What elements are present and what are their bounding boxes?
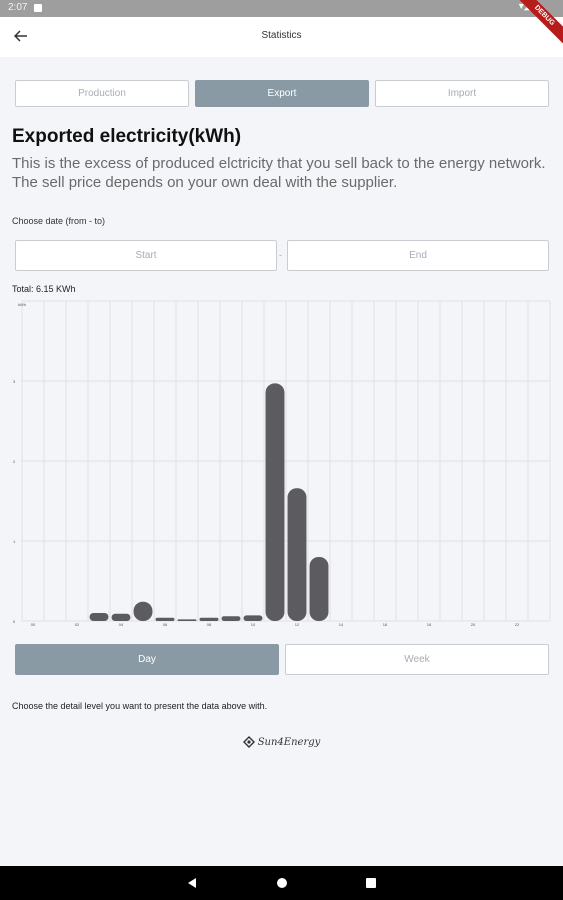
chart-xtick-label: 02 [75, 622, 80, 627]
start-date-field[interactable]: Start [15, 240, 277, 271]
chart-xtick-label: 20 [471, 622, 476, 627]
app-bar: Statistics [0, 17, 563, 57]
category-tabs: Production Export Import [15, 80, 549, 107]
chart-xtick-label: 22 [515, 622, 520, 627]
date-range-label: Choose date (from - to) [12, 216, 106, 226]
chart-bar [111, 613, 131, 621]
date-separator: - [279, 250, 282, 260]
page-title: Statistics [261, 30, 302, 41]
chart-yaxis-unit: kWh [18, 302, 26, 307]
chart-bar [221, 616, 241, 621]
chart-bar [155, 617, 175, 621]
chart-ytick-label: 3 [13, 379, 16, 384]
detail-level-note: Choose the detail level you want to pres… [12, 701, 268, 711]
chart-xtick-label: 12 [295, 622, 300, 627]
brand-name: Sun4Energy [257, 736, 321, 748]
section-description: This is the excess of produced elctricit… [12, 155, 546, 191]
status-bar: 2:07 ▾◢▮ [0, 0, 563, 17]
week-button[interactable]: Week [285, 644, 549, 675]
nav-back-icon[interactable] [187, 878, 197, 888]
tab-export[interactable]: Export [195, 80, 369, 107]
chart-xtick-label: 08 [207, 622, 212, 627]
chart-bar [243, 615, 263, 621]
chart-bar [89, 613, 109, 621]
chart-xtick-label: 18 [427, 622, 432, 627]
chart-xtick-label: 14 [339, 622, 344, 627]
chart-bar [287, 488, 307, 621]
nav-recents-icon[interactable] [366, 878, 376, 888]
sun-logo-icon [242, 736, 255, 748]
day-button[interactable]: Day [15, 644, 279, 675]
brand-logo: Sun4Energy [0, 736, 563, 748]
chart-bar [265, 383, 285, 621]
tab-import[interactable]: Import [375, 80, 549, 107]
chart-bar [177, 619, 197, 621]
status-time: 2:07 [8, 2, 28, 13]
chart-xtick-label: 00 [31, 622, 36, 627]
period-toggle: Day Week [15, 644, 549, 675]
chart-xtick-label: 16 [383, 622, 388, 627]
system-nav-bar [0, 866, 563, 900]
nav-home-icon[interactable] [277, 878, 287, 888]
chart-ytick-label: 0 [13, 619, 16, 624]
section-heading: Exported electricity(kWh) [12, 126, 242, 147]
tab-production[interactable]: Production [15, 80, 189, 107]
chart-xtick-label: 04 [119, 622, 124, 627]
chart-ytick-label: 1 [13, 539, 16, 544]
chart-bar [309, 557, 329, 621]
chart-xtick-label: 06 [163, 622, 168, 627]
chart-bar [199, 617, 219, 621]
notification-icon [34, 4, 42, 12]
chart-ytick-label: 2 [13, 459, 16, 464]
chart-xtick-label: 10 [251, 622, 256, 627]
chart-bar [133, 601, 153, 621]
total-label: Total: 6.15 KWh [12, 284, 76, 294]
end-date-field[interactable]: End [287, 240, 549, 271]
export-bar-chart: 0123kWh00 02 04 06 08 10 12 14 16 18 20 22 [13, 300, 551, 627]
